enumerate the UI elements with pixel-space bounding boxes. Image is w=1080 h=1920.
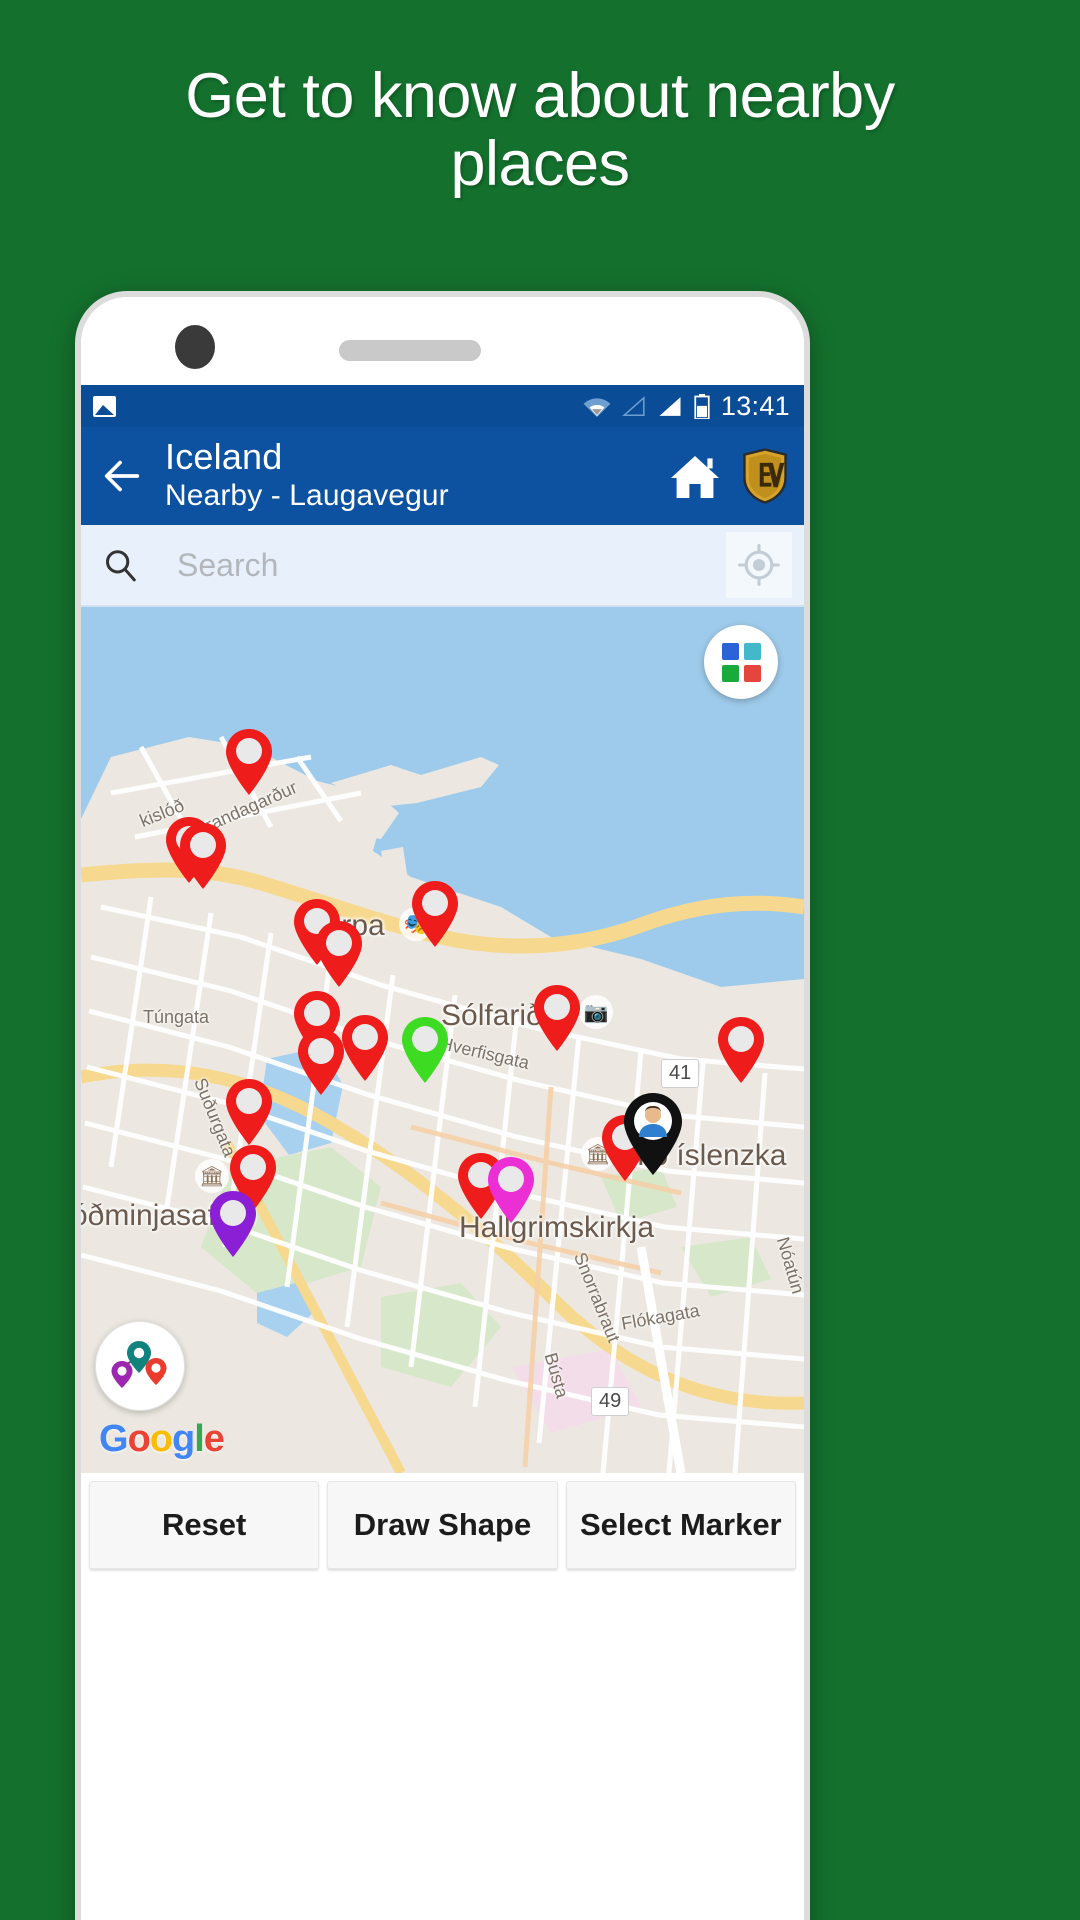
place-marker[interactable] [339, 1013, 391, 1083]
place-marker[interactable] [531, 983, 583, 1053]
reset-button[interactable]: Reset [89, 1481, 320, 1569]
place-marker-selected-purple[interactable] [207, 1189, 259, 1259]
place-marker-selected-magenta[interactable] [485, 1155, 537, 1225]
signal-empty-icon [622, 395, 645, 416]
bottom-action-bar: Reset Draw Shape Select Marker [81, 1473, 804, 1569]
app-bar: Iceland Nearby - Laugavegur [81, 427, 804, 525]
google-letter: G [99, 1418, 129, 1460]
page-title: Iceland [165, 436, 283, 478]
google-wordmark: Google [99, 1418, 225, 1461]
search-input[interactable] [177, 546, 726, 584]
map-pins-logo[interactable] [95, 1321, 185, 1411]
ev-shield-logo[interactable] [742, 448, 788, 504]
search-icon[interactable] [101, 546, 139, 584]
search-bar [81, 525, 804, 607]
phone-top-bezel [81, 297, 804, 385]
google-letter: o [149, 1418, 173, 1460]
place-marker-selected-green[interactable] [399, 1015, 451, 1085]
place-marker[interactable] [313, 919, 365, 989]
draw-shape-button[interactable]: Draw Shape [327, 1481, 558, 1569]
google-letter: e [203, 1418, 225, 1460]
current-user-marker[interactable] [621, 1091, 685, 1177]
place-marker[interactable] [223, 1077, 275, 1147]
status-bar-notifications [93, 395, 116, 417]
phone-mockup-frame: 13:41 Iceland Nearby - Laugavegur Search… [75, 291, 810, 1920]
map-type-button[interactable] [704, 625, 778, 699]
home-icon[interactable] [668, 452, 722, 500]
status-bar-system-icons: 13:41 [583, 391, 790, 422]
my-location-crosshair-icon [738, 544, 780, 586]
phone-screen-container: 13:41 Iceland Nearby - Laugavegur Search… [81, 297, 804, 1920]
select-marker-button[interactable]: Select Marker [565, 1481, 796, 1569]
status-bar: 13:41 [81, 385, 804, 427]
photo-icon [93, 395, 116, 417]
place-marker[interactable] [177, 821, 229, 891]
battery-icon [694, 393, 710, 419]
signal-full-icon [659, 396, 681, 416]
wifi-icon [583, 397, 611, 417]
earpiece-speaker [339, 340, 481, 361]
google-letter: g [172, 1418, 195, 1460]
back-arrow-icon[interactable] [99, 453, 145, 499]
front-camera-icon [175, 325, 215, 369]
app-bar-titles: Iceland Nearby - Laugavegur [165, 438, 668, 514]
place-marker[interactable] [223, 727, 275, 797]
map-pins-logo-glyph [111, 1341, 167, 1388]
place-marker[interactable] [409, 879, 461, 949]
google-letter: l [194, 1418, 205, 1460]
google-letter: o [127, 1418, 151, 1460]
grid-layers-icon [721, 642, 761, 682]
status-bar-clock: 13:41 [720, 390, 790, 421]
my-location-button[interactable] [726, 532, 792, 598]
promo-headline: Get to know about nearby places [185, 61, 895, 200]
page-subtitle: Nearby - Laugavegur [165, 479, 449, 513]
app-bar-actions [668, 448, 788, 504]
app-screen: 13:41 Iceland Nearby - Laugavegur Search… [81, 385, 804, 1920]
map-canvas[interactable]: kislóð Grandagarður Túngata Suðurgata Hv… [81, 607, 804, 1473]
place-marker[interactable] [715, 1015, 767, 1085]
